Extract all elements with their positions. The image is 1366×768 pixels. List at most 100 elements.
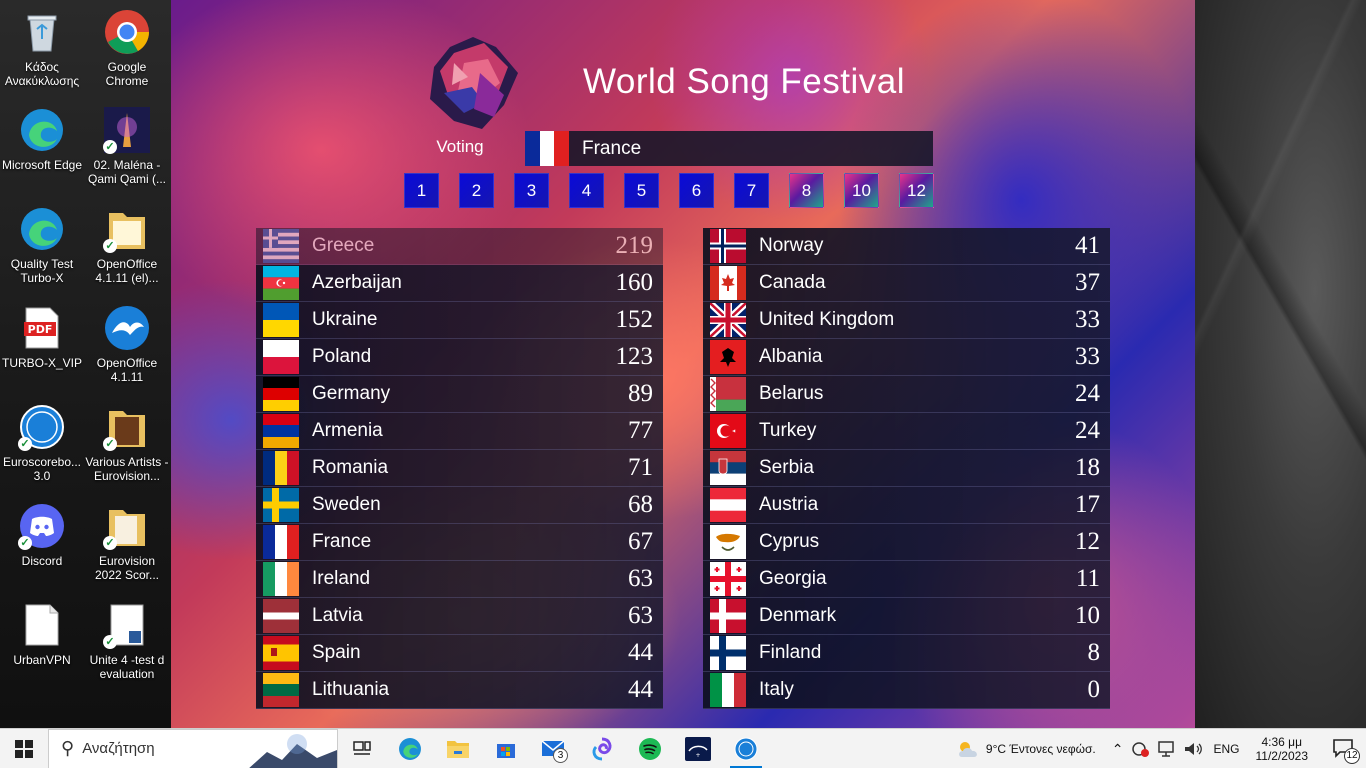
desktop-icon-quality-test[interactable]: Quality Test Turbo-X — [0, 199, 84, 291]
desktop-icon-openoffice[interactable]: OpenOffice 4.1.11 — [85, 298, 169, 390]
network-icon[interactable] — [1157, 740, 1177, 758]
quality-test-icon — [18, 205, 66, 253]
desktop-icon-video-file[interactable]: ✓ 02. Maléna - Qami Qami (... — [85, 100, 169, 192]
points-button-2[interactable]: 2 — [459, 173, 494, 208]
notification-badge: 12 — [1344, 748, 1360, 764]
scoreboard-row[interactable]: Ireland 63 — [256, 561, 663, 598]
desktop-icon-label: Euroscorebo... 3.0 — [2, 455, 82, 483]
sync-check-icon: ✓ — [103, 437, 117, 451]
scoreboard-row[interactable]: Finland 8 — [703, 635, 1110, 672]
ireland-flag-icon — [263, 562, 299, 596]
desktop-icon-google-chrome[interactable]: Google Chrome — [85, 2, 169, 94]
points-button-10[interactable]: 10 — [844, 173, 879, 208]
task-view-button[interactable] — [338, 729, 386, 768]
scoreboard-row[interactable]: Lithuania 44 — [256, 672, 663, 709]
taskbar-mail[interactable]: 3 — [530, 729, 578, 768]
country-score: 63 — [628, 602, 653, 629]
chevron-up-icon[interactable]: ⌃ — [1112, 741, 1124, 758]
euroscoreboard-icon — [734, 737, 758, 760]
taskbar-disney-plus[interactable]: + — [674, 729, 722, 768]
points-button-7[interactable]: 7 — [734, 173, 769, 208]
scoreboard-row[interactable]: Spain 44 — [256, 635, 663, 672]
desktop-icon-folder-eurovision[interactable]: ✓ Eurovision 2022 Scor... — [85, 496, 169, 588]
points-button-5[interactable]: 5 — [624, 173, 659, 208]
france-flag-icon — [525, 131, 570, 166]
scoreboard-row[interactable]: Italy 0 — [703, 672, 1110, 709]
country-score: 24 — [1075, 417, 1100, 444]
points-button-6[interactable]: 6 — [679, 173, 714, 208]
points-button-3[interactable]: 3 — [514, 173, 549, 208]
notification-center-button[interactable]: 12 — [1330, 734, 1360, 764]
desktop-icon-label: Google Chrome — [105, 60, 149, 88]
desktop-icon-folder-various-artists[interactable]: ✓ Various Artists - Eurovision... — [85, 397, 169, 489]
points-button-8[interactable]: 8 — [789, 173, 824, 208]
desktop-icon-urbanvpn[interactable]: UrbanVPN — [0, 595, 84, 687]
scoreboard-row[interactable]: Sweden 68 — [256, 487, 663, 524]
start-button[interactable] — [0, 729, 48, 768]
svg-text:+: + — [695, 752, 700, 759]
scoreboard-row[interactable]: Austria 17 — [703, 487, 1110, 524]
desktop-icon-pdf[interactable]: PDF TURBO-X_VIP — [0, 298, 84, 390]
taskbar-search-box[interactable]: ⚲ Αναζήτηση — [48, 728, 338, 768]
scoreboard-row[interactable]: Georgia 11 — [703, 561, 1110, 598]
scoreboard-row[interactable]: Romania 71 — [256, 450, 663, 487]
country-name: Armenia — [312, 420, 383, 441]
points-button-12[interactable]: 12 — [899, 173, 934, 208]
scoreboard-row[interactable]: Albania 33 — [703, 339, 1110, 376]
serbia-flag-icon — [710, 451, 746, 485]
france-flag-icon — [263, 525, 299, 559]
country-score: 12 — [1075, 528, 1100, 555]
desktop-icon-microsoft-edge[interactable]: Microsoft Edge — [0, 100, 84, 192]
finland-flag-icon — [710, 636, 746, 670]
scoreboard-row[interactable]: Belarus 24 — [703, 376, 1110, 413]
country-score: 44 — [628, 676, 653, 703]
points-button-4[interactable]: 4 — [569, 173, 604, 208]
scoreboard-row[interactable]: Canada 37 — [703, 265, 1110, 302]
desktop-icon-document[interactable]: ✓ Unite 4 -test d evaluation — [85, 595, 169, 687]
scoreboard-row[interactable]: Ukraine 152 — [256, 302, 663, 339]
desktop-icon-recycle-bin[interactable]: Κάδος Ανακύκλωσης — [0, 2, 84, 94]
taskbar-file-explorer[interactable] — [434, 729, 482, 768]
scoreboard-row[interactable]: Cyprus 12 — [703, 524, 1110, 561]
desktop-icon-openoffice-folder[interactable]: ✓ OpenOffice 4.1.11 (el)... — [85, 199, 169, 291]
scoreboard-row[interactable]: Azerbaijan 160 — [256, 265, 663, 302]
volume-icon[interactable] — [1183, 740, 1203, 758]
uk-flag-icon — [710, 303, 746, 337]
taskbar-copilot[interactable] — [578, 729, 626, 768]
scoreboard-row[interactable]: Greece 219 — [256, 228, 663, 265]
armenia-flag-icon — [263, 414, 299, 448]
scoreboard-row[interactable]: France 67 — [256, 524, 663, 561]
taskbar-edge[interactable] — [386, 729, 434, 768]
scoreboard-row[interactable]: Armenia 77 — [256, 413, 663, 450]
sync-check-icon: ✓ — [18, 437, 32, 451]
openoffice-folder-icon: ✓ — [103, 205, 151, 253]
weather-text[interactable]: 9°C Έντονες νεφώσ. — [986, 742, 1096, 756]
canada-flag-icon — [710, 266, 746, 300]
scoreboard-row[interactable]: Turkey 24 — [703, 413, 1110, 450]
country-name: Sweden — [312, 494, 381, 515]
points-button-1[interactable]: 1 — [404, 173, 439, 208]
desktop-icon-label: Unite 4 -test d evaluation — [89, 653, 165, 681]
desktop-background-right — [1195, 0, 1366, 728]
microsoft-edge-icon — [18, 106, 66, 154]
scoreboard-row[interactable]: Poland 123 — [256, 339, 663, 376]
scoreboard-right: Norway 41 Canada 37 United Kingdom 33 Albania 3… — [703, 228, 1110, 709]
scoreboard-row[interactable]: Serbia 18 — [703, 450, 1110, 487]
norway-flag-icon — [710, 229, 746, 263]
taskbar-euroscoreboard[interactable] — [722, 729, 770, 768]
country-score: 123 — [615, 343, 654, 370]
taskbar-store[interactable] — [482, 729, 530, 768]
language-indicator[interactable]: ENG — [1213, 742, 1239, 756]
scoreboard-row[interactable]: Denmark 10 — [703, 598, 1110, 635]
latvia-flag-icon — [263, 599, 299, 633]
clock[interactable]: 4:36 μμ 11/2/2023 — [1256, 735, 1309, 763]
scoreboard-row[interactable]: Norway 41 — [703, 228, 1110, 265]
scoreboard-row[interactable]: Latvia 63 — [256, 598, 663, 635]
vpn-status-icon[interactable] — [1131, 740, 1151, 758]
scoreboard-row[interactable]: Germany 89 — [256, 376, 663, 413]
taskbar-spotify[interactable] — [626, 729, 674, 768]
scoreboard-row[interactable]: United Kingdom 33 — [703, 302, 1110, 339]
country-name: Denmark — [759, 605, 837, 626]
desktop-icon-discord[interactable]: ✓ Discord — [0, 496, 84, 588]
desktop-icon-euroscoreboard[interactable]: ✓ Euroscorebo... 3.0 — [0, 397, 84, 489]
